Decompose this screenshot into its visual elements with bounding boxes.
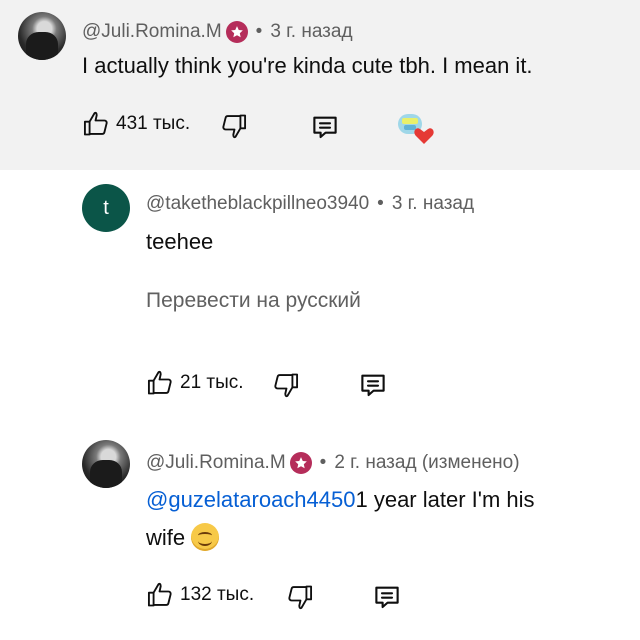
- avatar[interactable]: t: [82, 184, 130, 232]
- author-name[interactable]: @Juli.Romina.M: [146, 452, 286, 474]
- like-count: 431 тыс.: [116, 113, 191, 134]
- reply-button[interactable]: [310, 112, 340, 142]
- dislike-button[interactable]: [220, 112, 248, 140]
- thumbs-down-icon: [288, 585, 313, 610]
- thumbs-down-icon: [222, 114, 247, 139]
- comment-text: @guzelataroach44501 year later I'm his: [146, 487, 535, 513]
- like-button[interactable]: 132 тыс.: [146, 581, 254, 609]
- comment-text-line2: wife: [146, 523, 220, 551]
- thumbs-up-icon: [83, 111, 108, 136]
- thumbs-up-icon: [147, 370, 172, 395]
- author-name[interactable]: @taketheblackpillneo3940: [146, 193, 369, 215]
- like-button[interactable]: 431 тыс.: [82, 110, 190, 138]
- dislike-button[interactable]: [286, 583, 314, 611]
- timestamp: 3 г. назад: [270, 21, 353, 42]
- avatar[interactable]: [82, 440, 130, 488]
- comment-text: I actually think you're kinda cute tbh. …: [82, 53, 533, 78]
- thumbs-down-icon: [274, 373, 299, 398]
- avatar[interactable]: [18, 12, 66, 60]
- star-badge-icon: [289, 452, 312, 474]
- comment-meta: @Juli.Romina.M • 3 г. назад: [82, 21, 353, 43]
- star-badge-icon: [225, 21, 248, 43]
- separator-dot: •: [319, 452, 327, 473]
- dislike-button[interactable]: [272, 371, 300, 399]
- smiling-face-emoji-icon: [191, 523, 220, 551]
- reply-icon: [361, 374, 385, 397]
- thumbs-up-icon: [147, 582, 172, 607]
- creator-heart-icon: [394, 110, 438, 146]
- like-count: 132 тыс.: [180, 584, 255, 605]
- comment-text-continued: 1 year later I'm his: [355, 487, 535, 512]
- like-count: 21 тыс.: [180, 372, 244, 393]
- comment-meta: @taketheblackpillneo3940 • 3 г. назад: [146, 193, 474, 215]
- translate-link[interactable]: Перевести на русский: [146, 289, 361, 313]
- avatar-letter: t: [103, 196, 109, 219]
- timestamp: 3 г. назад: [391, 193, 475, 214]
- mention-link[interactable]: @guzelataroach4450: [146, 487, 355, 512]
- separator-dot: •: [377, 193, 384, 214]
- separator-dot: •: [255, 21, 263, 42]
- reply-icon: [375, 586, 399, 609]
- author-name[interactable]: @Juli.Romina.M: [82, 21, 222, 43]
- like-button[interactable]: 21 тыс.: [146, 369, 244, 397]
- comment-meta: @Juli.Romina.M • 2 г. назад (изменено): [146, 452, 520, 474]
- comment-text-word: wife: [146, 525, 186, 550]
- reply-button[interactable]: [358, 370, 388, 400]
- comment-text: teehee: [146, 229, 214, 254]
- timestamp: 2 г. назад (изменено): [334, 452, 520, 473]
- reply-button[interactable]: [372, 582, 402, 612]
- reply-icon: [313, 116, 337, 139]
